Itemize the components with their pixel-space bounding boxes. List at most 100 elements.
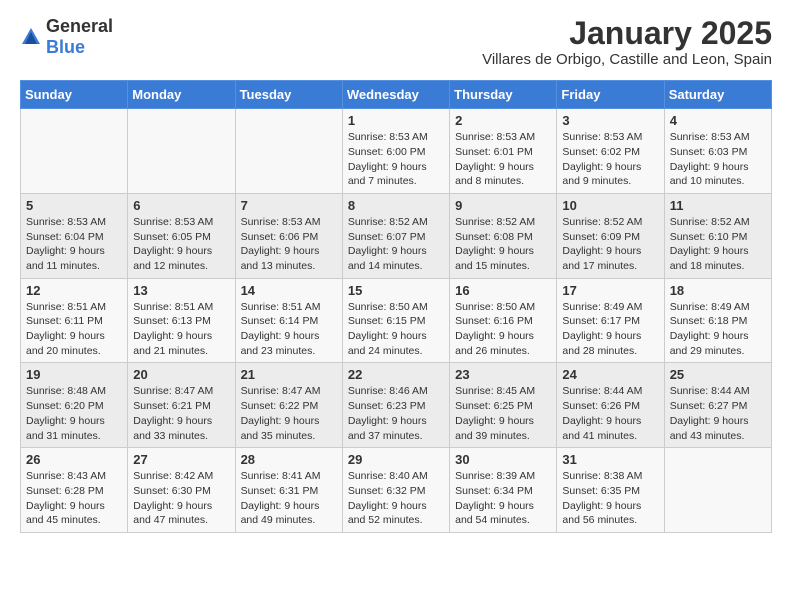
day-detail: Sunrise: 8:49 AM Sunset: 6:18 PM Dayligh…	[670, 300, 766, 359]
calendar-cell: 9Sunrise: 8:52 AM Sunset: 6:08 PM Daylig…	[450, 193, 557, 278]
day-header-wednesday: Wednesday	[342, 81, 449, 109]
day-number: 5	[26, 198, 122, 213]
calendar-cell: 25 Sunrise: 8:44 AM Sunset: 6:27 PM Dayli…	[664, 363, 771, 448]
day-number: 24	[562, 367, 658, 382]
day-detail: Sunrise: 8:52 AM Sunset: 6:07 PM Dayligh…	[348, 215, 444, 274]
day-detail: Sunrise: 8:49 AM Sunset: 6:17 PM Dayligh…	[562, 300, 658, 359]
header: General Blue January 2025 Villares de Or…	[20, 16, 772, 68]
day-number: 25	[670, 367, 766, 382]
day-detail: Sunrise: 8:45 AM Sunset: 6:25 PM Dayligh…	[455, 384, 551, 443]
day-detail: Sunrise: 8:53 AM Sunset: 6:01 PM Dayligh…	[455, 130, 551, 189]
day-header-monday: Monday	[128, 81, 235, 109]
day-detail: Sunrise: 8:53 AM Sunset: 6:05 PM Dayligh…	[133, 215, 229, 274]
calendar-cell: 28 Sunrise: 8:41 AM Sunset: 6:31 PM Dayli…	[235, 448, 342, 533]
day-detail: Sunrise: 8:52 AM Sunset: 6:09 PM Dayligh…	[562, 215, 658, 274]
day-detail: Sunrise: 8:44 AM Sunset: 6:27 PM Dayligh…	[670, 384, 766, 443]
title-block: January 2025 Villares de Orbigo, Castill…	[482, 16, 772, 68]
logo-icon	[20, 26, 42, 48]
day-detail: Sunrise: 8:44 AM Sunset: 6:26 PM Dayligh…	[562, 384, 658, 443]
day-number: 23	[455, 367, 551, 382]
calendar-title: January 2025	[482, 16, 772, 51]
calendar-cell: 12 Sunrise: 8:51 AM Sunset: 6:11 PM Dayli…	[21, 278, 128, 363]
calendar-cell	[664, 448, 771, 533]
day-header-sunday: Sunday	[21, 81, 128, 109]
day-number: 21	[241, 367, 337, 382]
calendar-cell	[235, 109, 342, 194]
calendar-table: SundayMondayTuesdayWednesdayThursdayFrid…	[20, 80, 772, 533]
day-number: 6	[133, 198, 229, 213]
day-number: 13	[133, 283, 229, 298]
calendar-cell: 14 Sunrise: 8:51 AM Sunset: 6:14 PM Dayli…	[235, 278, 342, 363]
day-detail: Sunrise: 8:53 AM Sunset: 6:03 PM Dayligh…	[670, 130, 766, 189]
day-number: 14	[241, 283, 337, 298]
day-detail: Sunrise: 8:53 AM Sunset: 6:02 PM Dayligh…	[562, 130, 658, 189]
day-detail: Sunrise: 8:53 AM Sunset: 6:00 PM Dayligh…	[348, 130, 444, 189]
calendar-cell	[21, 109, 128, 194]
calendar-cell: 24 Sunrise: 8:44 AM Sunset: 6:26 PM Dayli…	[557, 363, 664, 448]
day-detail: Sunrise: 8:47 AM Sunset: 6:22 PM Dayligh…	[241, 384, 337, 443]
calendar-cell: 22Sunrise: 8:46 AM Sunset: 6:23 PM Dayli…	[342, 363, 449, 448]
calendar-cell: 8 Sunrise: 8:52 AM Sunset: 6:07 PM Daylig…	[342, 193, 449, 278]
calendar-cell: 18 Sunrise: 8:49 AM Sunset: 6:18 PM Dayli…	[664, 278, 771, 363]
day-number: 15	[348, 283, 444, 298]
calendar-week-row: 5 Sunrise: 8:53 AM Sunset: 6:04 PM Daylig…	[21, 193, 772, 278]
calendar-cell: 19Sunrise: 8:48 AM Sunset: 6:20 PM Dayli…	[21, 363, 128, 448]
day-number: 12	[26, 283, 122, 298]
day-detail: Sunrise: 8:50 AM Sunset: 6:16 PM Dayligh…	[455, 300, 551, 359]
calendar-header-row: SundayMondayTuesdayWednesdayThursdayFrid…	[21, 81, 772, 109]
day-detail: Sunrise: 8:52 AM Sunset: 6:10 PM Dayligh…	[670, 215, 766, 274]
calendar-cell: 11Sunrise: 8:52 AM Sunset: 6:10 PM Dayli…	[664, 193, 771, 278]
day-number: 3	[562, 113, 658, 128]
calendar-week-row: 26 Sunrise: 8:43 AM Sunset: 6:28 PM Dayli…	[21, 448, 772, 533]
day-number: 26	[26, 452, 122, 467]
day-number: 7	[241, 198, 337, 213]
calendar-cell	[128, 109, 235, 194]
calendar-cell: 21 Sunrise: 8:47 AM Sunset: 6:22 PM Dayli…	[235, 363, 342, 448]
day-number: 27	[133, 452, 229, 467]
day-number: 8	[348, 198, 444, 213]
day-detail: Sunrise: 8:39 AM Sunset: 6:34 PM Dayligh…	[455, 469, 551, 528]
day-detail: Sunrise: 8:53 AM Sunset: 6:06 PM Dayligh…	[241, 215, 337, 274]
calendar-week-row: 1 Sunrise: 8:53 AM Sunset: 6:00 PM Daylig…	[21, 109, 772, 194]
page: General Blue January 2025 Villares de Or…	[0, 0, 792, 549]
day-number: 18	[670, 283, 766, 298]
day-number: 20	[133, 367, 229, 382]
calendar-cell: 29Sunrise: 8:40 AM Sunset: 6:32 PM Dayli…	[342, 448, 449, 533]
logo-blue: Blue	[46, 37, 85, 57]
day-detail: Sunrise: 8:38 AM Sunset: 6:35 PM Dayligh…	[562, 469, 658, 528]
day-detail: Sunrise: 8:48 AM Sunset: 6:20 PM Dayligh…	[26, 384, 122, 443]
calendar-cell: 1 Sunrise: 8:53 AM Sunset: 6:00 PM Daylig…	[342, 109, 449, 194]
day-detail: Sunrise: 8:53 AM Sunset: 6:04 PM Dayligh…	[26, 215, 122, 274]
day-detail: Sunrise: 8:50 AM Sunset: 6:15 PM Dayligh…	[348, 300, 444, 359]
calendar-week-row: 19Sunrise: 8:48 AM Sunset: 6:20 PM Dayli…	[21, 363, 772, 448]
calendar-cell: 7 Sunrise: 8:53 AM Sunset: 6:06 PM Daylig…	[235, 193, 342, 278]
day-number: 28	[241, 452, 337, 467]
day-number: 9	[455, 198, 551, 213]
day-detail: Sunrise: 8:47 AM Sunset: 6:21 PM Dayligh…	[133, 384, 229, 443]
calendar-cell: 13Sunrise: 8:51 AM Sunset: 6:13 PM Dayli…	[128, 278, 235, 363]
day-detail: Sunrise: 8:41 AM Sunset: 6:31 PM Dayligh…	[241, 469, 337, 528]
calendar-cell: 5 Sunrise: 8:53 AM Sunset: 6:04 PM Daylig…	[21, 193, 128, 278]
day-detail: Sunrise: 8:43 AM Sunset: 6:28 PM Dayligh…	[26, 469, 122, 528]
day-number: 1	[348, 113, 444, 128]
logo-text: General Blue	[46, 16, 113, 58]
day-number: 4	[670, 113, 766, 128]
calendar-cell: 2Sunrise: 8:53 AM Sunset: 6:01 PM Daylig…	[450, 109, 557, 194]
calendar-cell: 6 Sunrise: 8:53 AM Sunset: 6:05 PM Daylig…	[128, 193, 235, 278]
calendar-cell: 17Sunrise: 8:49 AM Sunset: 6:17 PM Dayli…	[557, 278, 664, 363]
calendar-cell: 16Sunrise: 8:50 AM Sunset: 6:16 PM Dayli…	[450, 278, 557, 363]
day-number: 10	[562, 198, 658, 213]
calendar-cell: 23 Sunrise: 8:45 AM Sunset: 6:25 PM Dayli…	[450, 363, 557, 448]
calendar-cell: 26 Sunrise: 8:43 AM Sunset: 6:28 PM Dayli…	[21, 448, 128, 533]
calendar-cell: 31Sunrise: 8:38 AM Sunset: 6:35 PM Dayli…	[557, 448, 664, 533]
day-detail: Sunrise: 8:51 AM Sunset: 6:14 PM Dayligh…	[241, 300, 337, 359]
day-header-tuesday: Tuesday	[235, 81, 342, 109]
calendar-cell: 27Sunrise: 8:42 AM Sunset: 6:30 PM Dayli…	[128, 448, 235, 533]
calendar-cell: 3 Sunrise: 8:53 AM Sunset: 6:02 PM Daylig…	[557, 109, 664, 194]
calendar-cell: 30Sunrise: 8:39 AM Sunset: 6:34 PM Dayli…	[450, 448, 557, 533]
day-header-thursday: Thursday	[450, 81, 557, 109]
day-detail: Sunrise: 8:51 AM Sunset: 6:11 PM Dayligh…	[26, 300, 122, 359]
calendar-cell: 10 Sunrise: 8:52 AM Sunset: 6:09 PM Dayli…	[557, 193, 664, 278]
logo: General Blue	[20, 16, 113, 58]
day-detail: Sunrise: 8:46 AM Sunset: 6:23 PM Dayligh…	[348, 384, 444, 443]
